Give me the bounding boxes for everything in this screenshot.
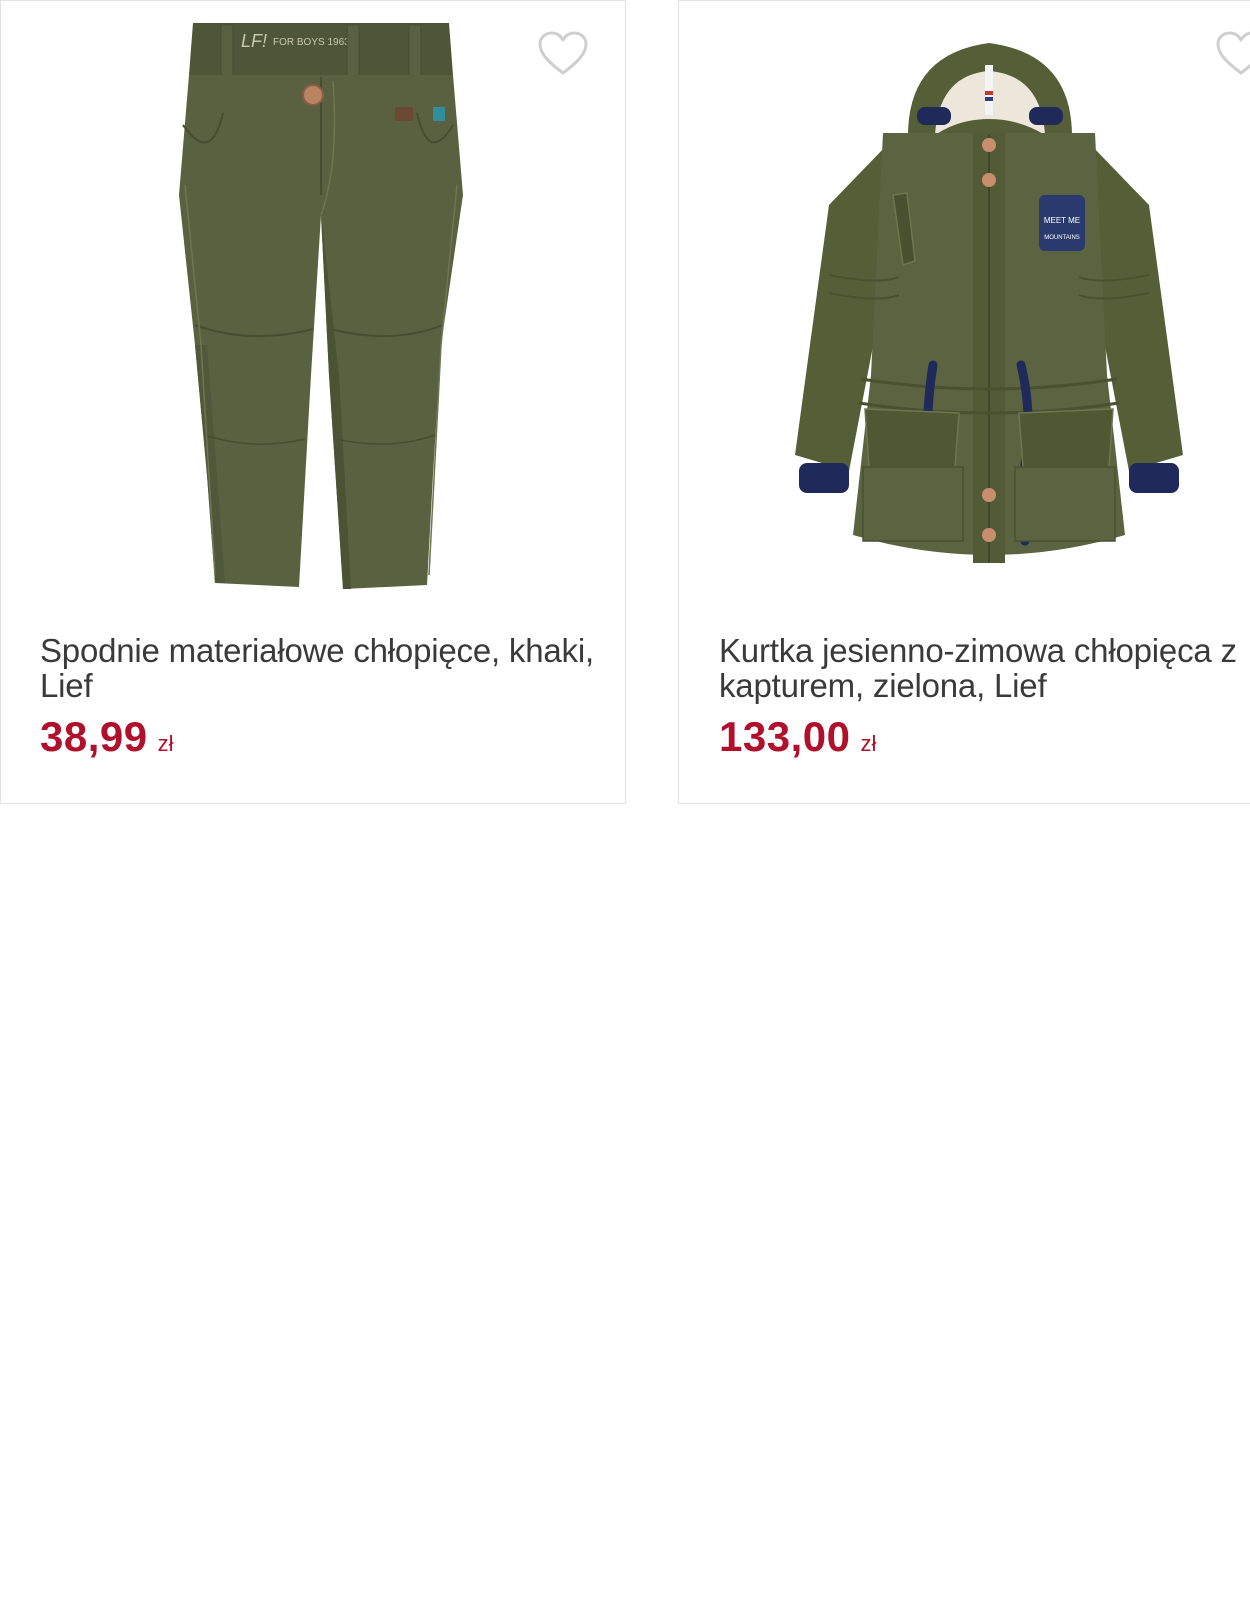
product-price: 38,99 zł	[40, 713, 174, 761]
product-card-trousers[interactable]: LF! FOR BOYS 1963 Spodnie materiałowe ch…	[0, 0, 626, 804]
product-card-jacket[interactable]: MEET ME MOUNTAINS Kurtka jesienno-zimowa…	[678, 0, 1250, 804]
heart-icon[interactable]	[537, 31, 589, 77]
price-value: 133,00	[719, 713, 851, 760]
svg-text:FOR BOYS 1963: FOR BOYS 1963	[273, 37, 350, 48]
jacket-image[interactable]: MEET ME MOUNTAINS	[789, 15, 1189, 605]
svg-text:MOUNTAINS: MOUNTAINS	[1044, 235, 1080, 241]
svg-text:LF!: LF!	[241, 31, 267, 51]
product-price: 133,00 zł	[719, 713, 876, 761]
product-title[interactable]: Kurtka jesienno-zimowa chłopięca z kaptu…	[719, 633, 1250, 703]
price-currency: zł	[157, 731, 174, 756]
product-grid: LF! FOR BOYS 1963 Spodnie materiałowe ch…	[0, 0, 1250, 1610]
trousers-image[interactable]: LF! FOR BOYS 1963	[171, 15, 471, 605]
svg-text:MEET ME: MEET ME	[1044, 216, 1080, 225]
price-currency: zł	[860, 731, 877, 756]
price-value: 38,99	[40, 713, 148, 760]
heart-icon[interactable]	[1215, 31, 1250, 77]
product-title[interactable]: Spodnie materiałowe chłopięce, khaki, Li…	[40, 633, 600, 703]
